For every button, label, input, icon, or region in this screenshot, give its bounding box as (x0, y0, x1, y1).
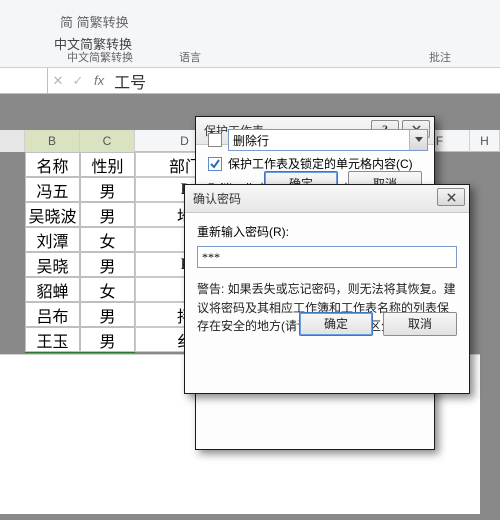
cell[interactable]: 吴晓波 (25, 202, 80, 227)
cell[interactable]: 男 (80, 202, 135, 227)
ribbon: 简 简繁转换 中文简繁转换 中文简繁转换 语言 批注 (0, 0, 500, 68)
cell[interactable]: 冯五 (25, 177, 80, 202)
ribbon-item-1[interactable]: 简 简繁转换 (60, 12, 129, 31)
cell[interactable]: 性别 (80, 152, 135, 177)
options-dropdown[interactable]: 删除行 (228, 129, 428, 151)
dialog-titlebar[interactable]: 确认密码 (185, 185, 469, 213)
cell[interactable]: 男 (80, 177, 135, 202)
accept-formula-icon[interactable]: ✓ (68, 71, 88, 91)
cell[interactable]: 男 (80, 327, 135, 352)
cell[interactable]: 男 (80, 302, 135, 327)
password-value: *** (202, 250, 220, 265)
close-icon (447, 193, 456, 202)
dropdown-value: 删除行 (233, 132, 269, 149)
dialog-title: 确认密码 (193, 190, 241, 207)
ribbon-group-comments: 批注 (410, 49, 470, 65)
cancel-button[interactable]: 取消 (383, 312, 457, 336)
close-button[interactable] (437, 188, 465, 206)
column-header-h[interactable]: H (470, 130, 500, 152)
confirm-password-dialog: 确认密码 重新输入密码(R): *** 警告: 如果丢失或忘记密码，则无法将其恢… (184, 184, 470, 394)
cell[interactable]: 吕布 (25, 302, 80, 327)
check-icon (209, 158, 221, 170)
option-checkbox[interactable] (208, 133, 222, 147)
fx-label[interactable]: fx (94, 73, 104, 88)
formula-input[interactable] (110, 71, 500, 91)
cell[interactable]: 貂蝉 (25, 277, 80, 302)
ok-button[interactable]: 确定 (299, 312, 373, 336)
cell[interactable]: 女 (80, 277, 135, 302)
cancel-formula-icon[interactable]: ✕ (48, 71, 68, 91)
cell[interactable]: 女 (80, 227, 135, 252)
chevron-down-icon[interactable] (409, 130, 427, 150)
column-header-b[interactable]: B (25, 130, 80, 152)
cell[interactable]: 吴晓 (25, 252, 80, 277)
cell[interactable]: 名称 (25, 152, 80, 177)
reenter-password-label: 重新输入密码(R): (197, 223, 457, 240)
cell[interactable]: 男 (80, 252, 135, 277)
cell[interactable]: 刘潭 (25, 227, 80, 252)
ribbon-group-zhcn: 中文简繁转换 (40, 49, 160, 65)
password-input[interactable]: *** (197, 246, 457, 268)
name-box[interactable] (0, 68, 48, 94)
column-header-c[interactable]: C (80, 130, 135, 152)
select-all-corner[interactable] (0, 130, 25, 152)
cell[interactable]: 王玉 (25, 327, 80, 352)
formula-bar: ✕ ✓ fx (0, 68, 500, 94)
ribbon-group-language: 语言 (160, 49, 220, 65)
